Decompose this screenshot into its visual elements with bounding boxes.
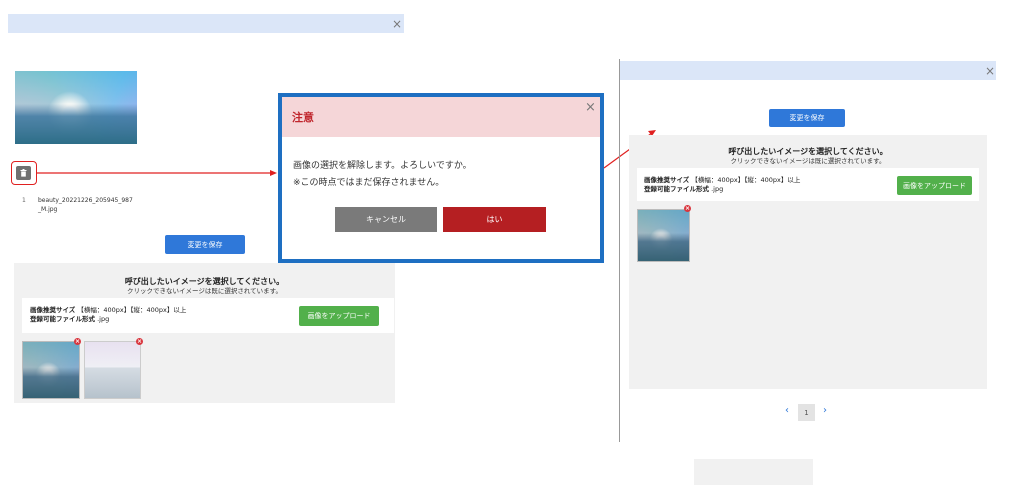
save-changes-button[interactable]: 変更を保存 bbox=[769, 109, 845, 127]
close-icon[interactable]: × bbox=[985, 65, 995, 77]
remove-image-icon[interactable]: × bbox=[684, 205, 691, 212]
spec-format-value: .jpg bbox=[711, 185, 724, 193]
upload-image-button[interactable]: 画像をアップロード bbox=[897, 176, 972, 195]
pagination-next[interactable]: › bbox=[823, 405, 827, 416]
pagination-prev[interactable]: ‹ bbox=[785, 405, 789, 416]
spec-size-label: 画像推奨サイズ bbox=[644, 176, 690, 184]
arrow-head bbox=[270, 170, 277, 176]
panel-subtitle: クリックできないイメージは既に選択されています。 bbox=[730, 157, 886, 165]
spec-text: 画像推奨サイズ 【横幅：400px】【縦：400px】以上 登録可能ファイル形式… bbox=[644, 176, 800, 194]
spec-size-value: 【横幅：400px】【縦：400px】以上 bbox=[691, 176, 801, 184]
gallery-image-1[interactable] bbox=[637, 209, 690, 262]
spec-format-label: 登録可能ファイル形式 bbox=[644, 185, 709, 193]
bottom-placeholder-block bbox=[694, 459, 813, 485]
pagination-current[interactable]: 1 bbox=[798, 404, 815, 421]
right-modal-header bbox=[620, 61, 996, 80]
